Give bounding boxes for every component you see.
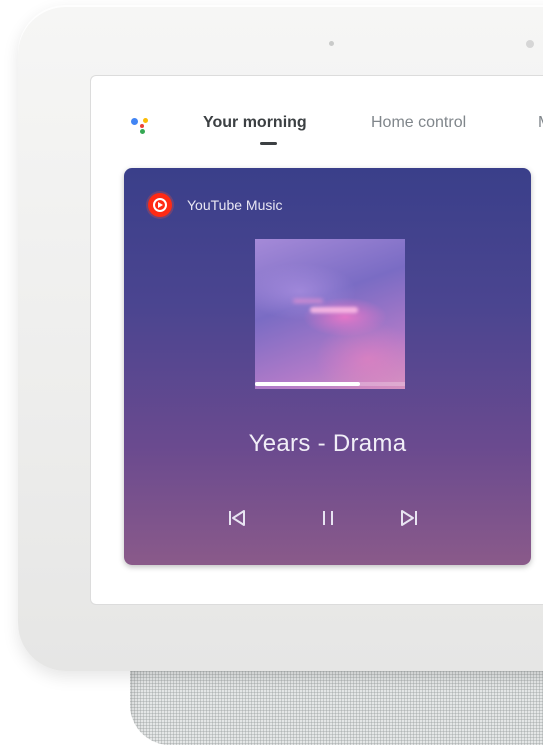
media-player-card[interactable]: YouTube Music Years - Drama xyxy=(124,168,531,565)
track-title: Years - Drama xyxy=(248,430,407,457)
google-assistant-icon[interactable] xyxy=(131,116,161,134)
display-screen: Your morning Home control Mo YouTube Mus… xyxy=(90,75,543,605)
previous-track-button[interactable] xyxy=(222,503,252,533)
device-bezel: Your morning Home control Mo YouTube Mus… xyxy=(18,5,543,671)
pause-icon xyxy=(323,511,333,525)
pause-button[interactable] xyxy=(313,503,343,533)
active-tab-indicator xyxy=(260,142,277,145)
media-source-label: YouTube Music xyxy=(187,197,283,213)
tab-more[interactable]: Mo xyxy=(538,114,543,132)
tab-home-control[interactable]: Home control xyxy=(371,114,466,132)
skip-next-icon xyxy=(401,510,417,526)
device-stage: Your morning Home control Mo YouTube Mus… xyxy=(0,0,543,751)
media-source: YouTube Music xyxy=(148,193,282,217)
playback-progress-bar[interactable] xyxy=(255,382,405,386)
tab-bar: Your morning Home control Mo xyxy=(91,76,543,154)
album-art[interactable] xyxy=(255,239,405,389)
skip-previous-icon xyxy=(229,510,245,526)
youtube-music-icon xyxy=(148,193,172,217)
tab-your-morning[interactable]: Your morning xyxy=(203,114,307,132)
camera-sensor-icon xyxy=(526,40,534,48)
ambient-sensor-icon xyxy=(329,41,334,46)
playback-progress-fill xyxy=(255,382,360,386)
next-track-button[interactable] xyxy=(394,503,424,533)
playback-controls xyxy=(124,503,531,533)
